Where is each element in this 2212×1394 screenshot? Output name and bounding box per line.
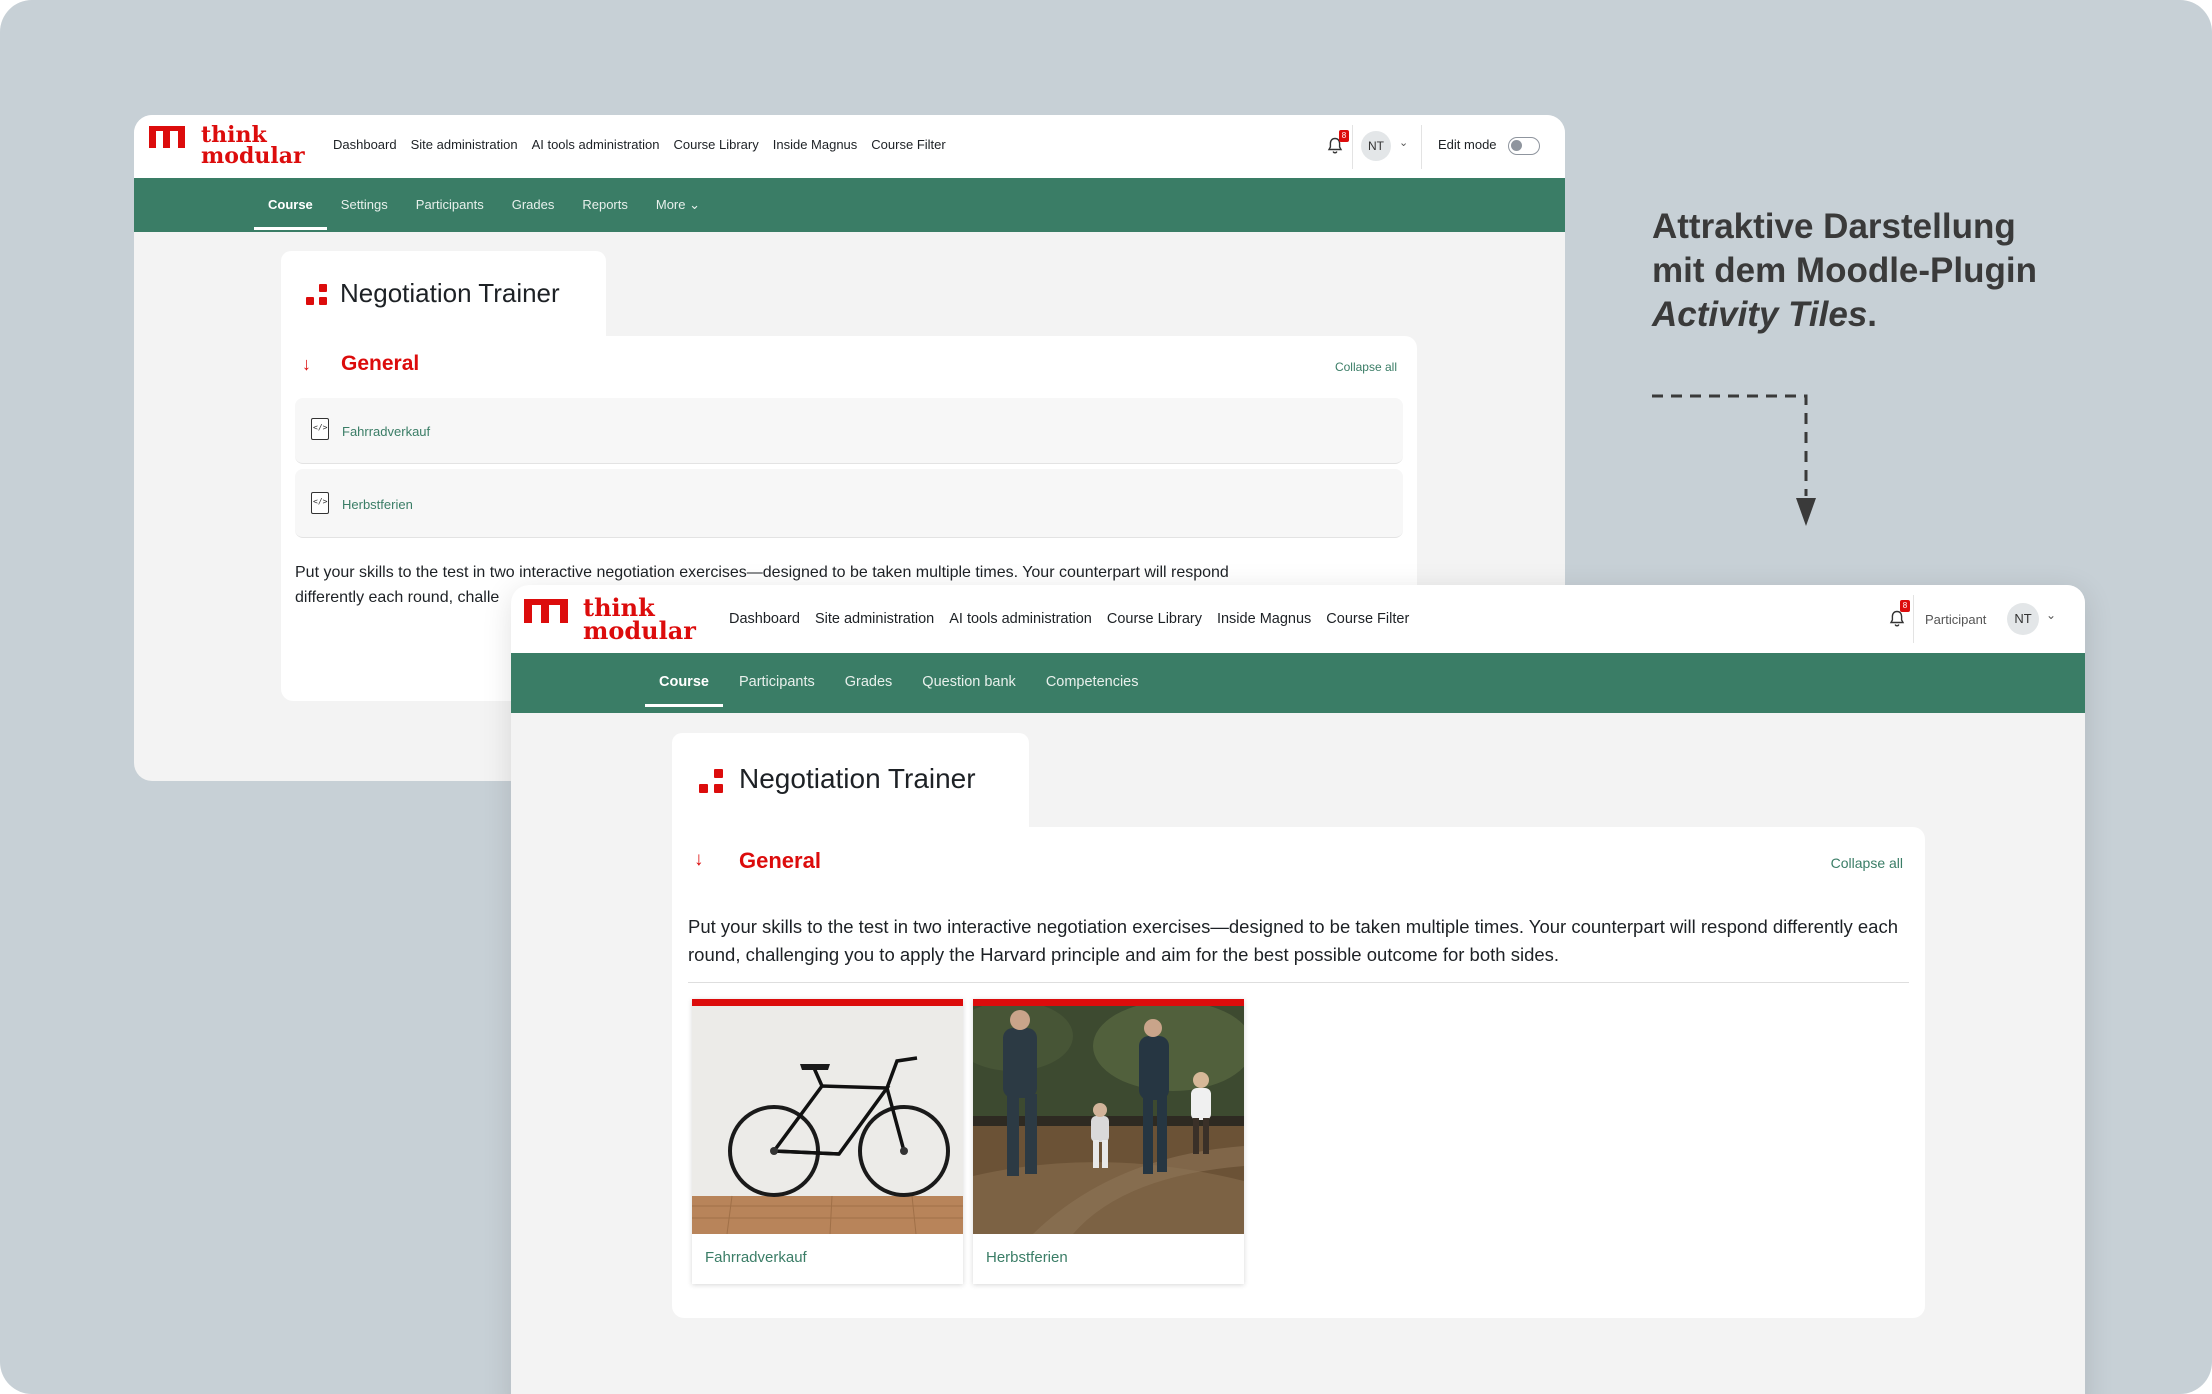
code-file-icon	[311, 418, 329, 440]
logo-text: think modular	[201, 122, 305, 169]
family-walk-photo	[973, 1006, 1244, 1234]
tab-grades[interactable]: Grades	[845, 674, 893, 690]
tile-label[interactable]: Herbstferien	[986, 1249, 1068, 1266]
nav-course-library[interactable]: Course Library	[1107, 611, 1202, 627]
tile-accent-bar	[692, 999, 963, 1006]
collapse-all-link[interactable]: Collapse all	[1335, 360, 1397, 374]
section-title[interactable]: General	[739, 848, 821, 874]
course-title: Negotiation Trainer	[340, 278, 560, 308]
course-title: Negotiation Trainer	[739, 763, 976, 794]
tile-accent-bar	[973, 999, 1244, 1006]
activity-link-herbstferien[interactable]: Herbstferien	[342, 497, 413, 512]
activity-tile-fahrradverkauf[interactable]: Fahrradverkauf	[692, 999, 963, 1284]
nav-ai-tools-administration[interactable]: AI tools administration	[949, 611, 1092, 627]
activity-row[interactable]: Fahrradverkauf	[295, 398, 1403, 464]
notifications-bell-icon[interactable]	[1889, 610, 1905, 633]
edit-mode-toggle[interactable]	[1508, 137, 1540, 155]
primary-nav: Dashboard Site administration AI tools a…	[729, 611, 1409, 627]
nav-inside-magnus[interactable]: Inside Magnus	[1217, 611, 1311, 627]
presentation-background: think modular Dashboard Site administrati…	[0, 0, 2212, 1394]
nav-course-library[interactable]: Course Library	[673, 137, 758, 152]
section-expand-arrow-icon[interactable]: ↓	[694, 849, 704, 871]
activity-link-fahrradverkauf[interactable]: Fahrradverkauf	[342, 424, 430, 439]
tab-participants[interactable]: Participants	[739, 674, 815, 690]
course-content-card: ↓ General Collapse all Put your skills t…	[672, 827, 1925, 1318]
activity-row[interactable]: Herbstferien	[295, 469, 1403, 538]
tab-participants[interactable]: Participants	[416, 197, 484, 213]
annotation-text: Attraktive Darstellung mit dem Moodle-Pl…	[1652, 207, 2037, 334]
role-label: Participant	[1925, 612, 1987, 627]
bicycle-photo	[692, 1006, 963, 1234]
code-file-icon	[311, 492, 329, 514]
nav-ai-tools-administration[interactable]: AI tools administration	[532, 137, 660, 152]
nav-course-filter[interactable]: Course Filter	[1326, 611, 1409, 627]
top-navbar: think modular Dashboard Site administrati…	[134, 115, 1565, 178]
user-avatar[interactable]: NT	[2007, 603, 2039, 635]
user-menu-chevron-down-icon[interactable]: ⌄	[2046, 608, 2056, 622]
course-header-card: Negotiation Trainer	[281, 251, 606, 341]
activity-tile-herbstferien[interactable]: Herbstferien	[973, 999, 1244, 1284]
nav-site-administration[interactable]: Site administration	[815, 611, 934, 627]
nav-course-filter[interactable]: Course Filter	[871, 137, 945, 152]
think-modular-logo[interactable]: think modular	[149, 122, 309, 172]
moodle-window-activity-tiles: think modular Dashboard Site administrati…	[511, 585, 2085, 1394]
user-menu-chevron-down-icon[interactable]: ⌄	[1399, 136, 1408, 149]
tab-course[interactable]: Course	[254, 197, 327, 230]
tab-more[interactable]: More ⌄	[656, 197, 700, 213]
logo-mark-icon	[524, 599, 568, 626]
secondary-nav: Course Participants Grades Question bank…	[645, 674, 1139, 707]
secondary-navbar: Course Settings Participants Grades Repo…	[134, 178, 1565, 232]
course-header-card: Negotiation Trainer	[672, 733, 1029, 835]
secondary-navbar: Course Participants Grades Question bank…	[511, 653, 2085, 713]
primary-nav: Dashboard Site administration AI tools a…	[333, 137, 946, 152]
navbar-divider	[1352, 125, 1353, 169]
notification-count-badge: 8	[1900, 600, 1910, 612]
tab-course[interactable]: Course	[645, 674, 723, 707]
top-navbar: think modular Dashboard Site administrati…	[511, 585, 2085, 653]
nav-dashboard[interactable]: Dashboard	[729, 611, 800, 627]
dashed-arrow-icon	[1652, 394, 1816, 526]
nav-site-administration[interactable]: Site administration	[411, 137, 518, 152]
tile-label[interactable]: Fahrradverkauf	[705, 1249, 807, 1266]
course-icon	[306, 284, 328, 306]
course-icon	[699, 769, 723, 793]
user-avatar[interactable]: NT	[1361, 131, 1391, 161]
think-modular-logo[interactable]: think modular	[524, 595, 709, 647]
navbar-divider	[1421, 125, 1422, 169]
more-chevron-down-icon: ⌄	[689, 197, 701, 212]
tab-grades[interactable]: Grades	[512, 197, 555, 213]
tab-competencies[interactable]: Competencies	[1046, 674, 1139, 690]
secondary-nav: Course Settings Participants Grades Repo…	[254, 197, 700, 230]
section-title[interactable]: General	[341, 352, 419, 376]
section-divider	[688, 982, 1909, 983]
notification-count-badge: 8	[1339, 130, 1349, 142]
collapse-all-link[interactable]: Collapse all	[1831, 855, 1903, 871]
section-description: Put your skills to the test in two inter…	[688, 916, 1899, 965]
tab-reports[interactable]: Reports	[582, 197, 628, 213]
edit-mode-label: Edit mode	[1438, 137, 1497, 152]
logo-mark-icon	[149, 126, 185, 152]
logo-text: think modular	[583, 593, 696, 645]
section-expand-arrow-icon[interactable]: ↓	[302, 354, 311, 375]
nav-dashboard[interactable]: Dashboard	[333, 137, 397, 152]
navbar-divider	[1913, 595, 1914, 643]
tab-question-bank[interactable]: Question bank	[922, 674, 1016, 690]
tab-settings[interactable]: Settings	[341, 197, 388, 213]
nav-inside-magnus[interactable]: Inside Magnus	[773, 137, 858, 152]
